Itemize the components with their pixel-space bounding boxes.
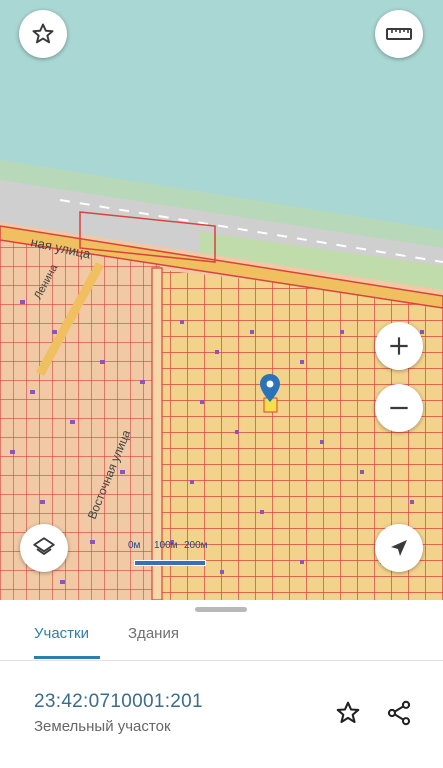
bottom-sheet: Участки Здания 23:42:0710001:201 Земельн… (0, 600, 443, 768)
navigation-arrow-icon (391, 540, 407, 556)
parcel-type-label: Земельный участок (34, 718, 171, 735)
layers-button[interactable] (20, 524, 68, 572)
scale-label-end: 200м (184, 540, 208, 551)
map-canvas: ная улица Ленина Восточная улица (0, 0, 443, 600)
layers-icon (33, 537, 55, 555)
sheet-drag-handle[interactable] (195, 607, 247, 612)
active-tab-indicator (34, 656, 100, 659)
scale-label-zero: 0м (128, 540, 141, 551)
minus-icon (390, 406, 408, 410)
share-button[interactable] (384, 698, 414, 728)
plus-icon (390, 337, 408, 355)
parcel-favorite-button[interactable] (333, 698, 363, 728)
locate-button[interactable] (375, 524, 423, 572)
ruler-icon (386, 28, 412, 40)
tab-parcels[interactable]: Участки (34, 620, 89, 656)
cadastral-number[interactable]: 23:42:0710001:201 (34, 691, 203, 713)
scale-bar: 0м 100м 200м (128, 540, 218, 570)
ruler-button[interactable] (375, 10, 423, 58)
star-outline-icon (32, 23, 54, 44)
zoom-out-button[interactable] (375, 384, 423, 432)
tab-buildings[interactable]: Здания (128, 620, 179, 656)
tab-bar: Участки Здания (0, 614, 443, 661)
share-icon (387, 700, 411, 726)
zoom-in-button[interactable] (375, 322, 423, 370)
star-outline-icon (336, 701, 360, 724)
scale-label-mid: 100м (154, 540, 178, 551)
favorite-button[interactable] (19, 10, 67, 58)
map-view[interactable]: ная улица Ленина Восточная улица 0м 100м… (0, 0, 443, 600)
